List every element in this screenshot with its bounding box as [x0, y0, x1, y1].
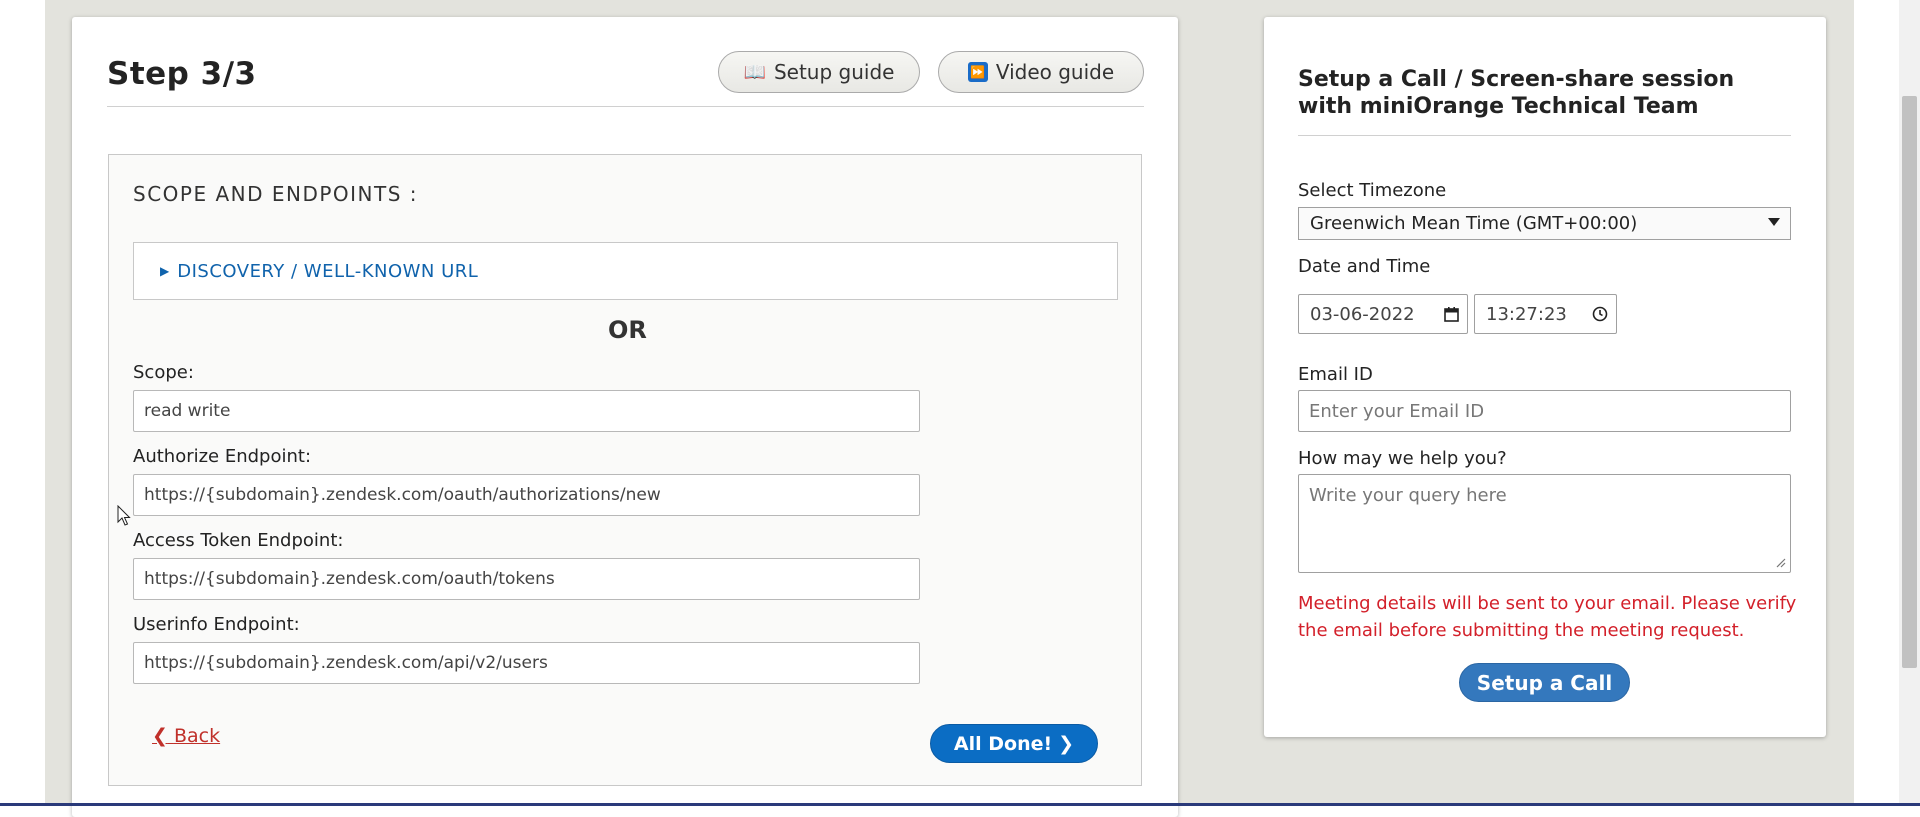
userinfo-endpoint-input[interactable]: [133, 642, 920, 684]
resize-handle-icon[interactable]: [1774, 556, 1786, 568]
call-panel-divider: [1298, 135, 1791, 136]
back-link[interactable]: ❮ Back: [152, 725, 220, 747]
setup-call-label: Setup a Call: [1476, 670, 1613, 695]
scope-input[interactable]: [133, 390, 920, 432]
timezone-select[interactable]: Greenwich Mean Time (GMT+00:00): [1298, 207, 1791, 240]
setup-guide-label: Setup guide: [773, 60, 895, 84]
video-play-icon: ⏩: [967, 62, 988, 82]
scope-label: Scope:: [133, 362, 194, 383]
date-input[interactable]: 03-06-2022: [1298, 294, 1468, 334]
email-input[interactable]: [1298, 390, 1791, 432]
book-icon: 📖: [743, 61, 766, 83]
discovery-url-label: DISCOVERY / WELL-KNOWN URL: [177, 260, 479, 282]
query-textarea[interactable]: [1298, 474, 1791, 573]
call-panel-title: Setup a Call / Screen-share session with…: [1298, 67, 1735, 119]
time-input[interactable]: 13:27:23: [1474, 294, 1617, 334]
or-separator: OR: [608, 316, 647, 344]
section-title: SCOPE AND ENDPOINTS :: [133, 182, 419, 206]
access-token-endpoint-input[interactable]: [133, 558, 920, 600]
step-title: Step 3/3: [107, 56, 257, 92]
email-label: Email ID: [1298, 364, 1373, 385]
video-guide-label: Video guide: [995, 60, 1115, 84]
meeting-warning-text: Meeting details will be sent to your ema…: [1298, 593, 1797, 641]
video-guide-button[interactable]: ⏩ Video guide: [938, 51, 1144, 93]
authorize-endpoint-label: Authorize Endpoint:: [133, 446, 312, 467]
dropdown-arrow-icon: [1768, 218, 1780, 226]
timezone-value: Greenwich Mean Time (GMT+00:00): [1310, 213, 1638, 234]
scrollbar-thumb[interactable]: [1902, 96, 1917, 668]
clock-icon: [1592, 306, 1608, 326]
mouse-cursor-icon: [117, 505, 131, 526]
header-divider: [107, 106, 1144, 107]
chevron-left-icon: ❮: [152, 725, 168, 747]
access-token-endpoint-label: Access Token Endpoint:: [133, 530, 344, 551]
triangle-right-icon: ▶: [160, 264, 170, 278]
authorize-endpoint-input[interactable]: [133, 474, 920, 516]
all-done-button[interactable]: All Done! ❯: [930, 724, 1098, 763]
setup-guide-button[interactable]: 📖 Setup guide: [718, 51, 920, 93]
time-value: 13:27:23: [1486, 303, 1567, 325]
userinfo-endpoint-label: Userinfo Endpoint:: [133, 614, 300, 635]
setup-call-button[interactable]: Setup a Call: [1459, 663, 1630, 702]
back-label: Back: [173, 725, 221, 747]
chevron-right-icon: ❯: [1058, 732, 1075, 755]
help-label: How may we help you?: [1298, 448, 1507, 469]
datetime-label: Date and Time: [1298, 256, 1431, 277]
all-done-label: All Done!: [953, 732, 1053, 755]
calendar-icon: [1444, 306, 1459, 326]
discovery-url-toggle[interactable]: ▶ DISCOVERY / WELL-KNOWN URL: [133, 242, 1118, 300]
date-value: 03-06-2022: [1310, 303, 1415, 325]
timezone-label: Select Timezone: [1298, 180, 1447, 201]
